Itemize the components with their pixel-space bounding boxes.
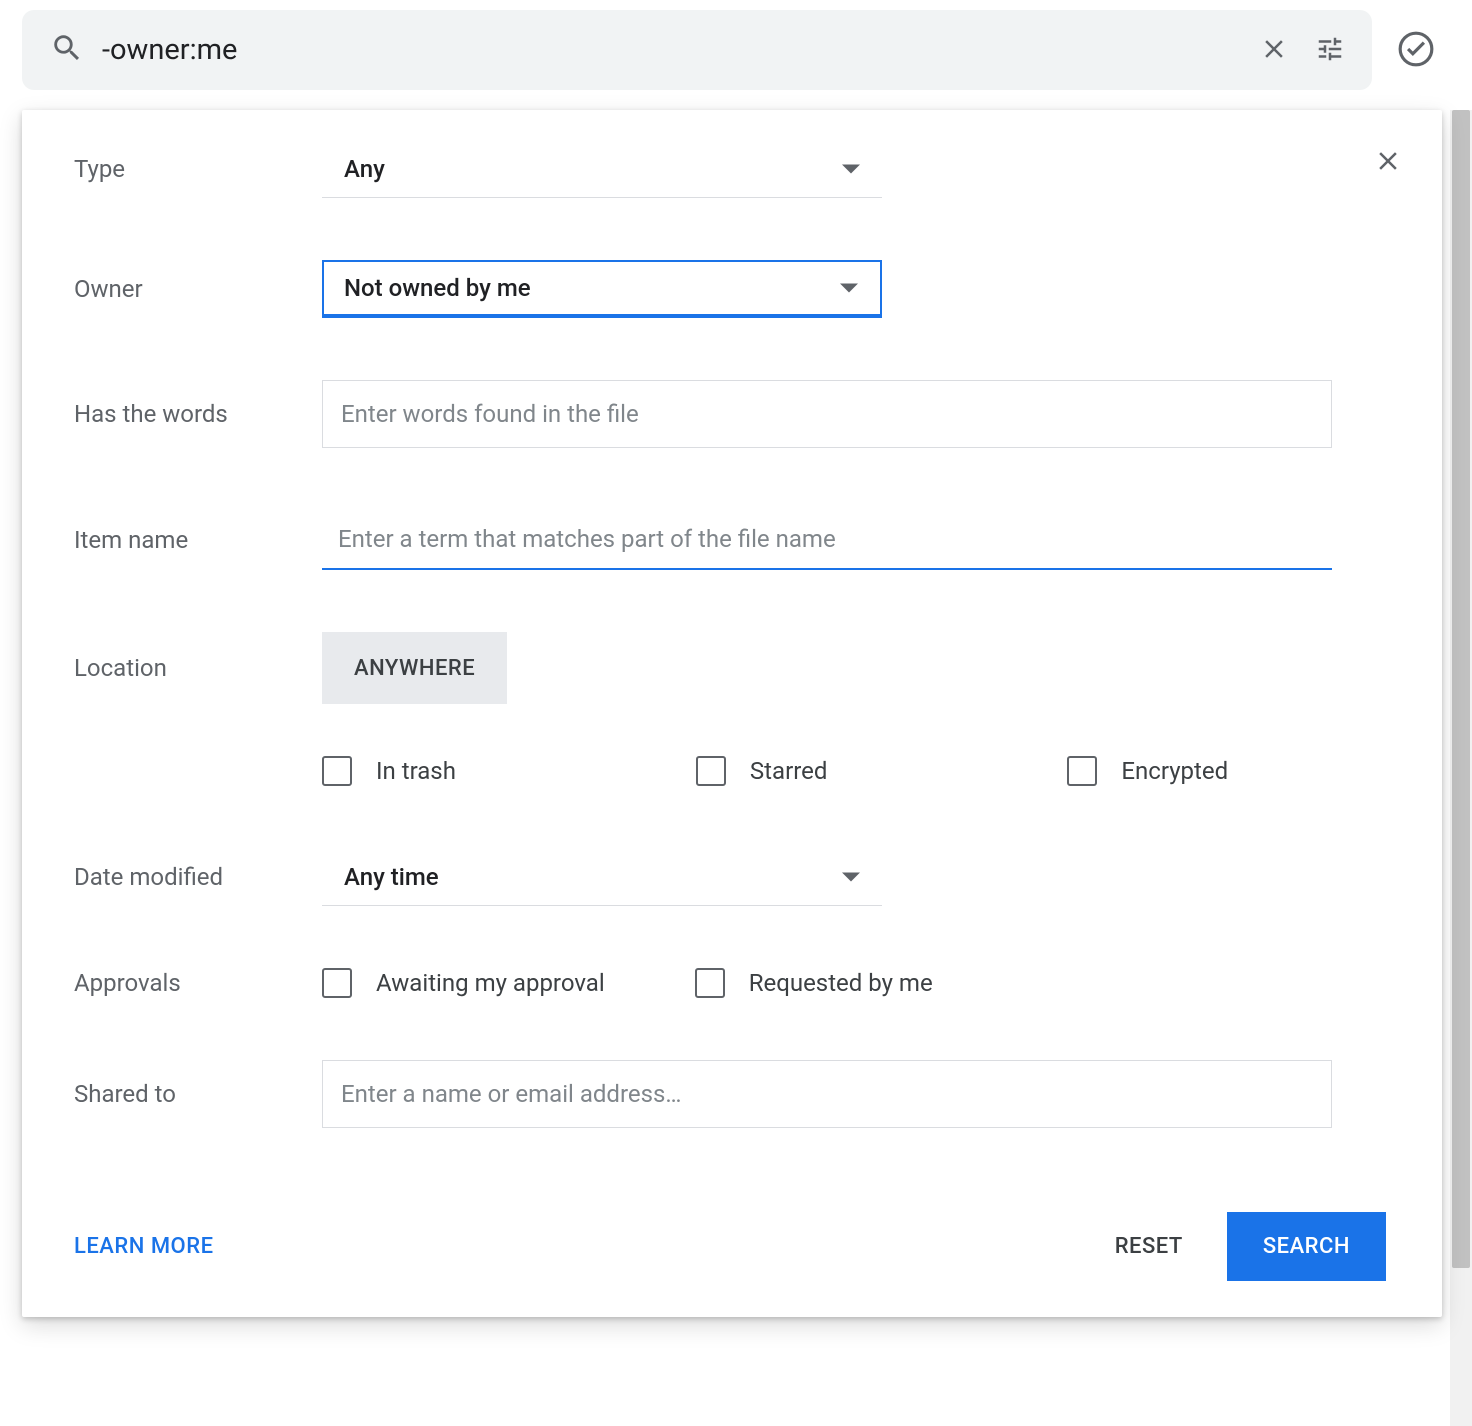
location-chip[interactable]: ANYWHERE — [322, 632, 507, 704]
starred-label: Starred — [750, 757, 827, 785]
search-options-button[interactable] — [1302, 22, 1358, 78]
scrollbar[interactable] — [1450, 110, 1472, 1426]
has-words-input[interactable] — [322, 380, 1332, 448]
shared-to-label: Shared to — [74, 1080, 322, 1108]
awaiting-approval-label: Awaiting my approval — [376, 969, 605, 997]
clear-search-button[interactable] — [1246, 22, 1302, 78]
owner-dropdown-value: Not owned by me — [344, 274, 531, 302]
encrypted-checkbox[interactable] — [1067, 756, 1097, 786]
owner-label: Owner — [74, 275, 322, 303]
has-words-label: Has the words — [74, 400, 322, 428]
scrollbar-thumb[interactable] — [1452, 110, 1470, 1268]
awaiting-approval-checkbox[interactable] — [322, 968, 352, 998]
item-name-input[interactable] — [322, 510, 1332, 570]
learn-more-link[interactable]: LEARN MORE — [74, 1234, 214, 1259]
requested-by-me-label: Requested by me — [749, 969, 933, 997]
type-dropdown-value: Any — [344, 155, 385, 183]
caret-down-icon — [842, 872, 860, 881]
approvals-label: Approvals — [74, 969, 322, 997]
encrypted-label: Encrypted — [1121, 757, 1228, 785]
close-panel-button[interactable] — [1364, 138, 1412, 186]
search-input[interactable] — [84, 33, 1246, 67]
item-name-label: Item name — [74, 526, 322, 554]
ready-offline-button[interactable] — [1388, 22, 1444, 78]
date-modified-dropdown[interactable]: Any time — [322, 848, 882, 906]
advanced-search-panel: Type Any Owner Not owned by me Has the w… — [22, 110, 1442, 1317]
type-label: Type — [74, 155, 322, 183]
close-icon — [1259, 34, 1289, 67]
caret-down-icon — [842, 164, 860, 173]
owner-dropdown[interactable]: Not owned by me — [322, 260, 882, 318]
shared-to-input[interactable] — [322, 1060, 1332, 1128]
type-dropdown[interactable]: Any — [322, 140, 882, 198]
in-trash-label: In trash — [376, 757, 456, 785]
check-circle-icon — [1397, 30, 1435, 71]
in-trash-checkbox[interactable] — [322, 756, 352, 786]
search-icon — [50, 31, 84, 69]
search-button[interactable]: SEARCH — [1227, 1212, 1386, 1281]
location-label: Location — [74, 654, 322, 682]
reset-button[interactable]: RESET — [1115, 1234, 1183, 1259]
requested-by-me-checkbox[interactable] — [695, 968, 725, 998]
date-modified-label: Date modified — [74, 863, 322, 891]
starred-checkbox[interactable] — [696, 756, 726, 786]
search-bar — [22, 10, 1372, 90]
date-modified-value: Any time — [344, 863, 439, 891]
top-bar — [0, 0, 1472, 100]
caret-down-icon — [840, 284, 858, 293]
close-icon — [1373, 164, 1403, 179]
panel-footer: LEARN MORE RESET SEARCH — [74, 1212, 1386, 1281]
tune-icon — [1315, 34, 1345, 67]
